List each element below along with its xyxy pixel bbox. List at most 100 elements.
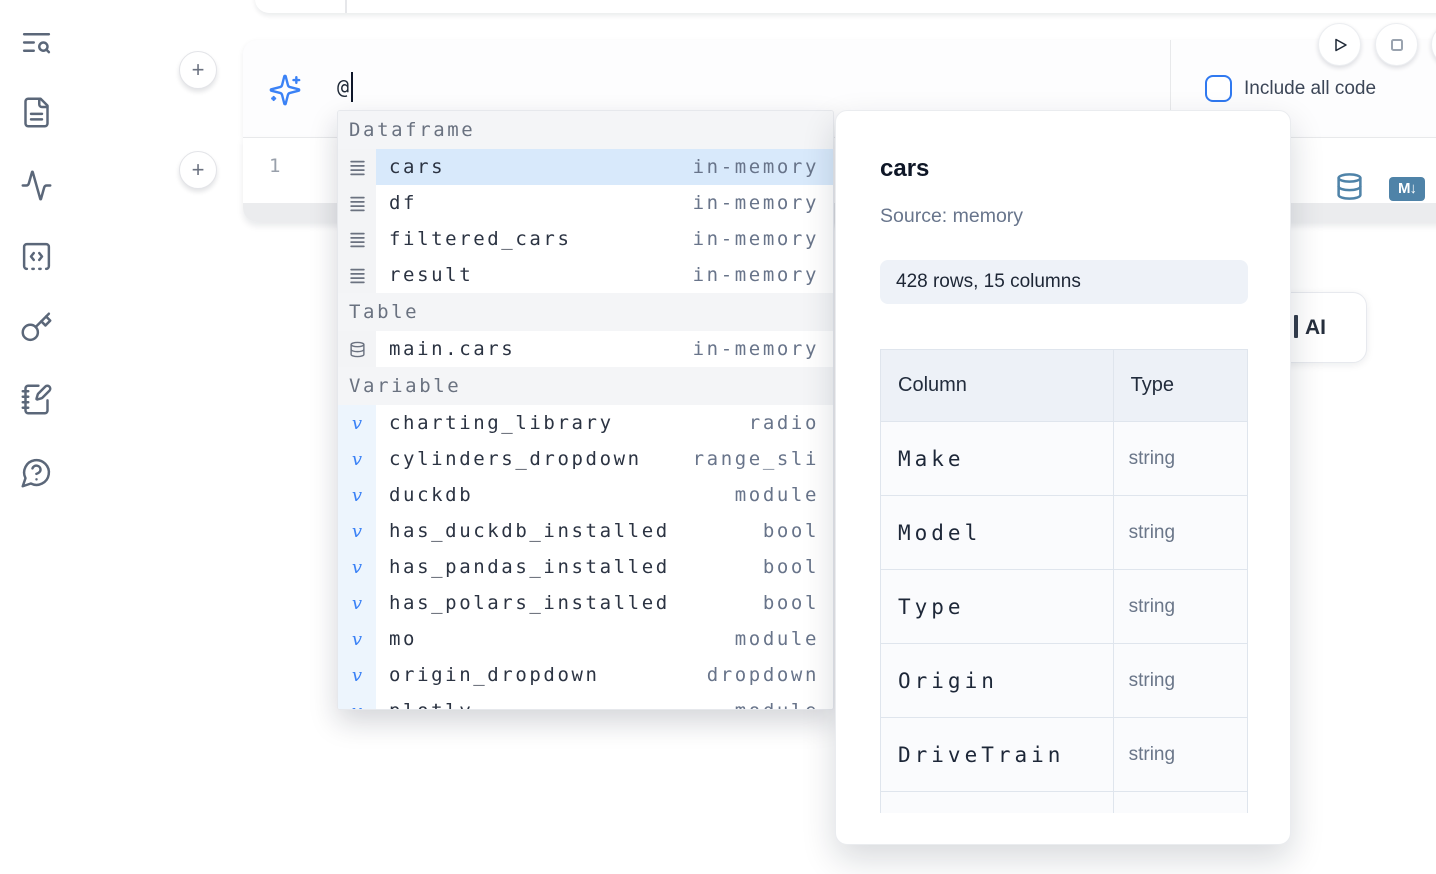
column-type: string [1113,496,1247,570]
autocomplete-item-filtered_cars[interactable]: filtered_carsin-memory [338,221,833,257]
autocomplete-item-df[interactable]: dfin-memory [338,185,833,221]
completion-name: has_pandas_installed [389,556,670,578]
completion-type: bool [763,556,833,578]
autocomplete-item-mo[interactable]: vmo module [338,621,833,657]
preview-title: cars [880,155,929,183]
ai-prompt-input[interactable]: @ [337,75,349,99]
include-all-code-label: Include all code [1244,78,1376,100]
column-type: string [1113,644,1247,718]
file-icon[interactable] [18,94,54,130]
ai-button-label: AI [1305,293,1326,362]
preview-source: Source: memory [880,205,1023,228]
dataframe-icon [338,221,376,257]
toc-search-icon[interactable] [18,24,54,60]
markdown-icon[interactable]: M↓ [1389,177,1425,201]
completion-name: cylinders_dropdown [389,448,642,470]
activity-icon[interactable] [18,167,54,203]
completion-type: bool [763,592,833,614]
autocomplete-item-cylinders_dropdown[interactable]: v cylinders_dropdown range_sli [338,441,833,477]
variable-icon: v [338,477,376,513]
completion-type: bool [763,520,833,542]
column-name: Model [881,496,1114,570]
column-name: Type [881,570,1114,644]
partial-letter [1294,315,1298,338]
completion-name: cars [389,156,445,178]
column-type: string [1113,422,1247,496]
include-all-code-checkbox[interactable] [1205,75,1232,102]
autocomplete-section-header: Dataframe [338,111,833,149]
preview-table: ColumnTypeMakestringModelstringTypestrin… [880,349,1248,813]
autocomplete-item-has_pandas_installed[interactable]: v has_pandas_installed bool [338,549,833,585]
sparkles-icon [268,73,302,107]
column-type: string [1113,570,1247,644]
autocomplete-item-charting_library[interactable]: v charting_library radio [338,405,833,441]
completion-name: has_duckdb_installed [389,520,670,542]
completion-name: origin_dropdown [389,664,600,686]
dataframe-preview-panel: cars Source: memory 428 rows, 15 columns… [835,110,1291,845]
autocomplete-item-origin_dropdown[interactable]: vorigin_dropdowndropdown [338,657,833,693]
dataframe-icon [338,149,376,185]
completion-type: radio [749,412,833,434]
autocomplete-section-header: Table [338,293,833,331]
gutter-divider [345,0,347,13]
play-icon [1328,33,1352,57]
variable-icon: v [338,585,376,621]
variable-icon: v [338,657,376,693]
completion-name: main.cars [389,338,515,360]
variable-icon: v [338,621,376,657]
snippets-icon[interactable] [18,238,54,274]
completion-type: in-memory [693,228,833,250]
line-number: 1 [269,155,280,177]
run-cell-button[interactable] [1318,23,1361,66]
variable-icon: v [338,549,376,585]
preview-table-row: Modelstring [881,496,1248,570]
scratchpad-icon[interactable] [18,381,54,417]
preview-table-row: Typestring [881,570,1248,644]
key-icon[interactable] [18,309,54,345]
autocomplete-list: Dataframecarsin-memorydfin-memoryfiltere… [338,111,833,710]
preview-col-header: Type [1113,350,1247,422]
variable-icon: v [338,513,376,549]
preview-table-row: DriveTrainstring [881,718,1248,792]
column-name: Make [881,422,1114,496]
completion-type: module [735,628,833,650]
marimo-notebook: + + @ Include all code 1 M↓ Dataframecar… [0,0,1436,874]
column-type: string [1113,718,1247,792]
dataframe-icon [338,257,376,293]
completion-name: df [389,192,417,214]
column-name [881,792,1114,814]
preview-table-row: Originstring [881,644,1248,718]
column-name: Origin [881,644,1114,718]
completion-type: in-memory [693,338,833,360]
completion-name: mo [389,628,417,650]
completion-name: charting_library [389,412,614,434]
column-name: DriveTrain [881,718,1114,792]
shape-badge: 428 rows, 15 columns [880,260,1248,304]
help-chat-icon[interactable] [18,454,54,490]
autocomplete-item-cars[interactable]: cars in-memory [338,149,833,185]
previous-cell-bottom [255,0,1436,13]
variable-icon: v [338,405,376,441]
table-icon [338,331,376,367]
variable-icon: v [338,441,376,477]
autocomplete-item-has_polars_installed[interactable]: v has_polars_installed bool [338,585,833,621]
completion-type: range_sli [693,448,833,470]
completion-name: plotly [389,700,473,710]
preview-table-row: Makestring [881,422,1248,496]
autocomplete-section-header: Variable [338,367,833,405]
completion-type: in-memory [693,156,833,178]
autocomplete-dropdown: Dataframecarsin-memorydfin-memoryfiltere… [337,110,834,710]
autocomplete-item-has_duckdb_installed[interactable]: v has_duckdb_installed bool [338,513,833,549]
stop-button[interactable] [1375,23,1418,66]
database-icon[interactable] [1335,172,1364,201]
stop-icon [1385,33,1409,57]
autocomplete-item-plotly[interactable]: vplotlymodule [338,693,833,710]
completion-name: has_polars_installed [389,592,670,614]
autocomplete-item-duckdb[interactable]: vduckdbmodule [338,477,833,513]
completion-type: module [735,700,833,710]
add-cell-button[interactable]: + [179,51,217,89]
autocomplete-item-result[interactable]: resultin-memory [338,257,833,293]
completion-type: in-memory [693,264,833,286]
add-cell-button[interactable]: + [179,151,217,189]
autocomplete-item-main.cars[interactable]: main.cars in-memory [338,331,833,367]
